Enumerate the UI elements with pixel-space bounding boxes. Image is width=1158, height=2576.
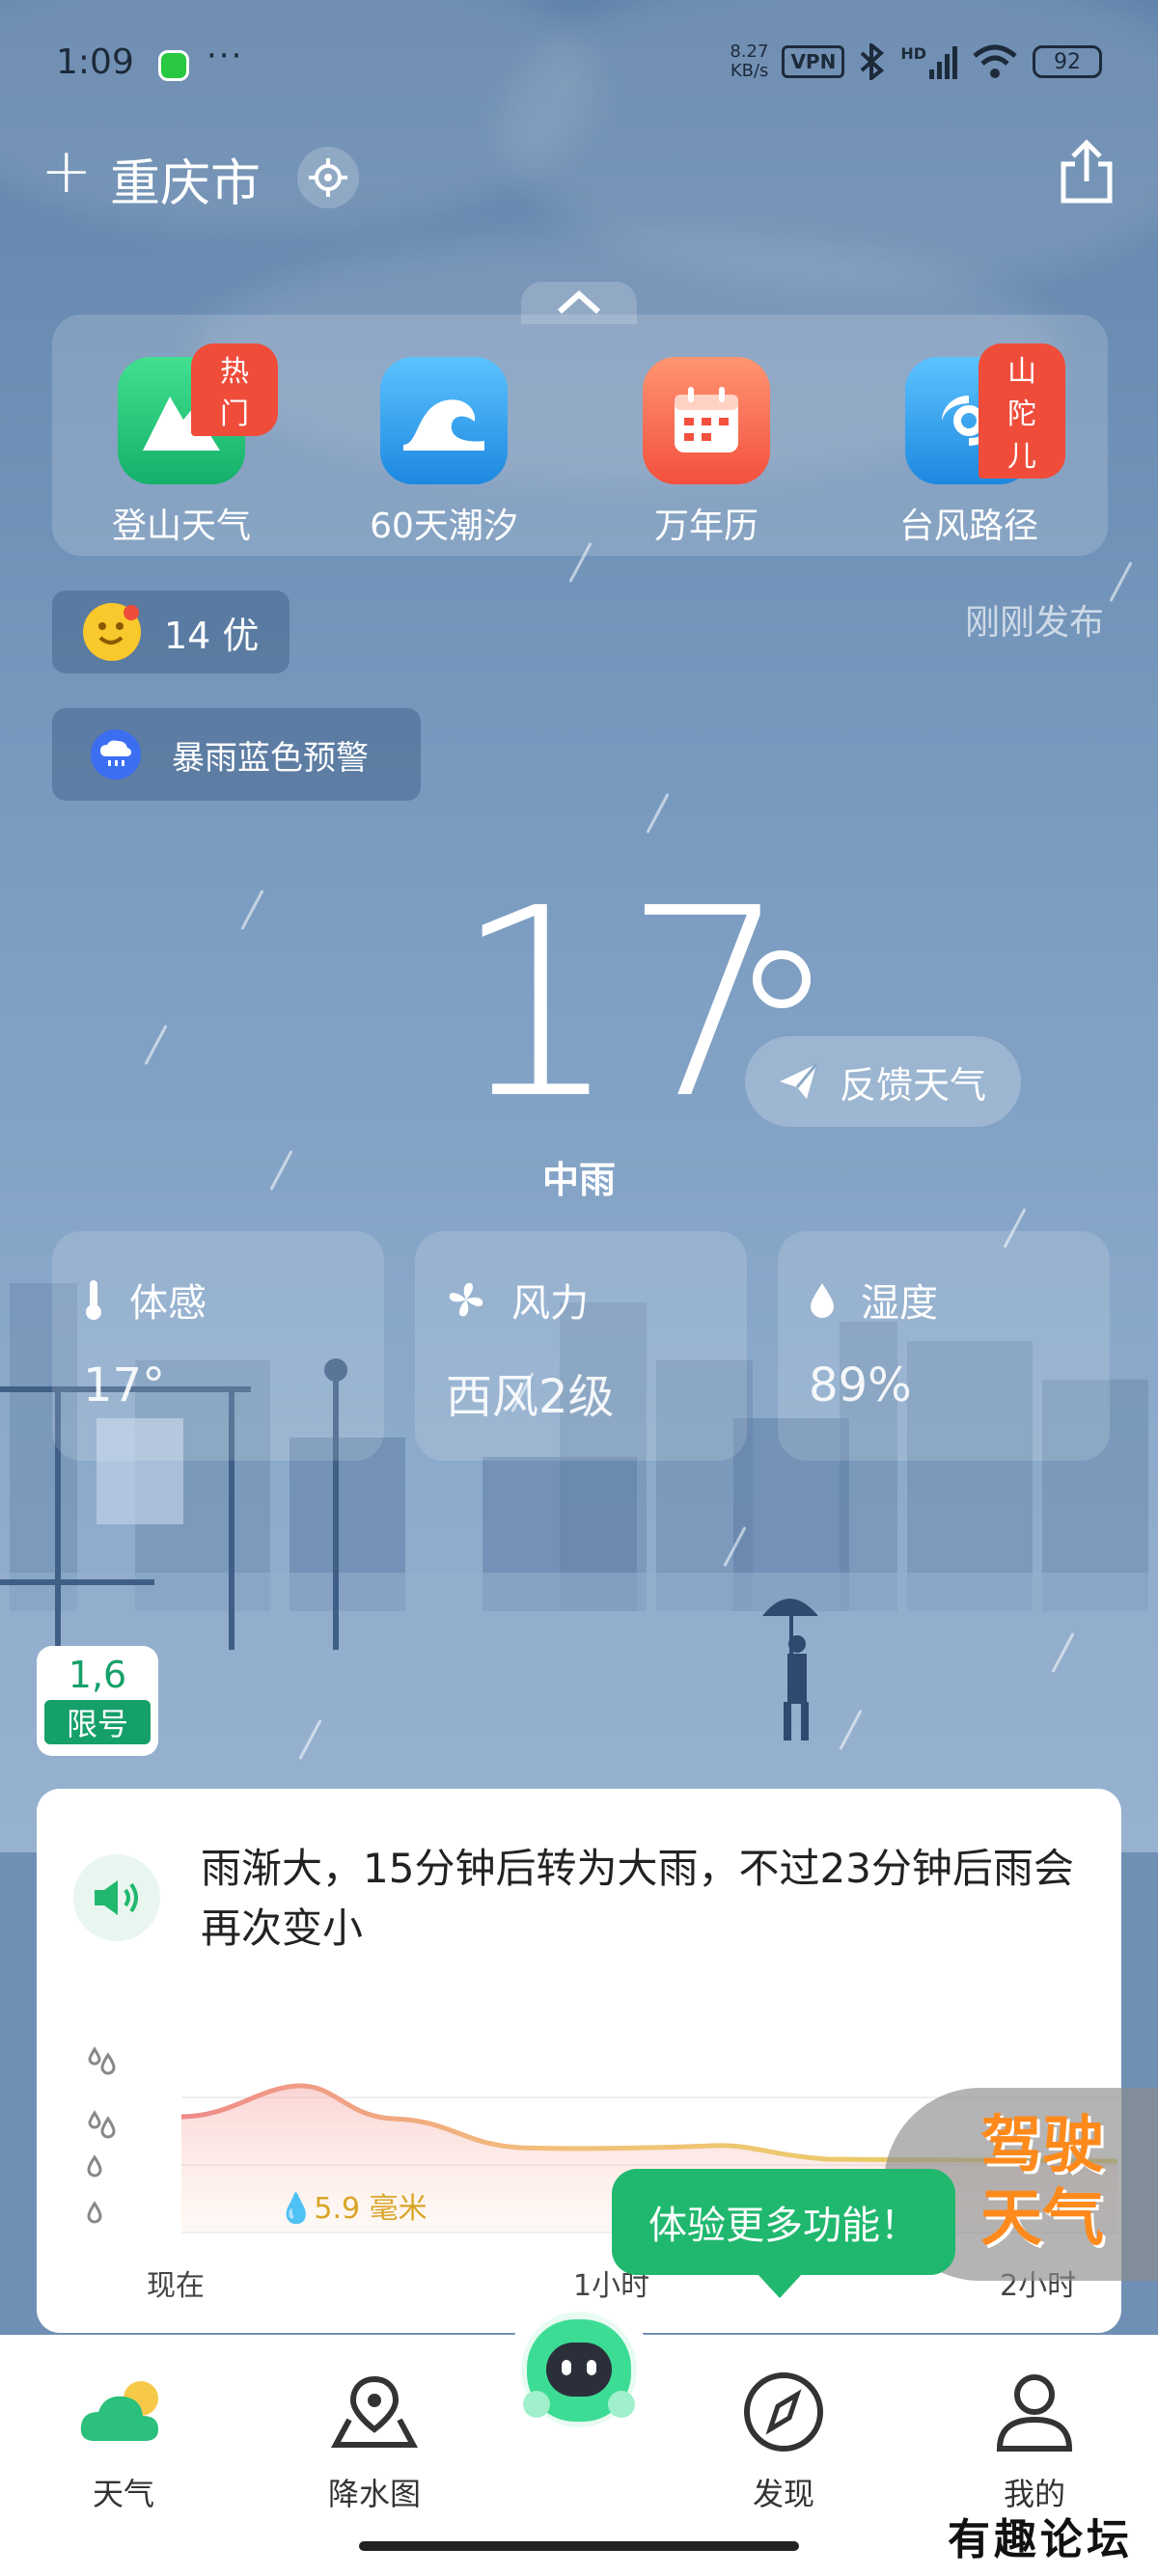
shortcut-tide[interactable]: 60天潮汐 bbox=[347, 357, 540, 548]
shortcut-calendar[interactable]: 万年历 bbox=[610, 357, 803, 548]
shortcut-panel: 登山天气 热门 60天潮汐 万年历 台风路径 山陀儿 bbox=[52, 315, 1108, 556]
share-icon[interactable] bbox=[1056, 139, 1117, 206]
signal-icon: HD bbox=[900, 44, 957, 79]
aqi-value: 14 优 bbox=[164, 614, 260, 657]
thermometer-icon bbox=[86, 1280, 101, 1320]
speaker-icon bbox=[95, 1880, 138, 1915]
traffic-restriction-badge[interactable]: 1,6 限号 bbox=[37, 1646, 158, 1756]
current-temperature: 17 bbox=[454, 852, 793, 1156]
wind-value: 西风2级 bbox=[446, 1370, 615, 1424]
more-notifications-icon: ··· bbox=[207, 37, 244, 75]
message-app-icon bbox=[158, 50, 189, 81]
nav-precipitation-map[interactable]: 降水图 bbox=[297, 2364, 452, 2514]
warning-text: 暴雨蓝色预警 bbox=[172, 738, 369, 778]
publish-time: 刚刚发布 bbox=[964, 603, 1104, 643]
calendar-icon bbox=[643, 357, 770, 484]
smiley-face-icon bbox=[83, 603, 141, 661]
wind-card[interactable]: 风力 西风2级 bbox=[415, 1231, 747, 1461]
status-time: 1:09 bbox=[56, 42, 134, 82]
driving-weather-logo: 驾驶天气 bbox=[980, 2110, 1104, 2255]
degree-symbol bbox=[753, 950, 811, 1008]
city-name[interactable]: 重庆市 bbox=[110, 143, 261, 215]
crosshair-icon bbox=[309, 158, 347, 197]
feels-like-card[interactable]: 体感 17° bbox=[52, 1231, 384, 1461]
feedback-weather-button[interactable]: 反馈天气 bbox=[745, 1036, 1021, 1127]
chevron-up-icon bbox=[557, 290, 601, 315]
more-features-tooltip[interactable]: 体验更多功能！ bbox=[612, 2169, 955, 2298]
feels-like-value: 17° bbox=[83, 1358, 166, 1412]
drop-icon bbox=[811, 1283, 834, 1318]
nav-profile[interactable]: 我的 bbox=[957, 2364, 1112, 2514]
network-speed: 8.27 KB/s bbox=[730, 41, 769, 81]
user-icon bbox=[996, 2374, 1073, 2452]
paper-plane-icon bbox=[780, 1063, 818, 1099]
assistant-robot-button[interactable] bbox=[504, 2298, 654, 2449]
wave-icon bbox=[380, 357, 508, 484]
air-quality-badge[interactable]: 14 优 bbox=[52, 590, 290, 673]
nav-discover[interactable]: 发现 bbox=[706, 2364, 861, 2514]
shortcut-typhoon-path[interactable]: 台风路径 山陀儿 bbox=[872, 343, 1065, 548]
battery-indicator: 92 bbox=[1033, 45, 1102, 78]
precipitation-amount: 💧5.9 毫米 bbox=[278, 2192, 427, 2226]
status-bar: 1:09 ··· 8.27 KB/s VPN HD 92 bbox=[56, 37, 1102, 91]
forum-watermark: 有趣论坛 bbox=[948, 2515, 1133, 2564]
add-city-button[interactable]: + bbox=[41, 141, 93, 203]
robot-icon bbox=[521, 2312, 637, 2427]
typhoon-name-tag: 山陀儿 bbox=[979, 343, 1065, 479]
wifi-icon bbox=[973, 44, 1017, 78]
drops-icon: 💧 bbox=[278, 2192, 315, 2226]
vpn-icon: VPN bbox=[782, 45, 845, 78]
header: + 重庆市 bbox=[41, 135, 1117, 222]
x-label-now: 现在 bbox=[147, 2269, 205, 2303]
weather-warning-badge[interactable]: 暴雨蓝色预警 bbox=[52, 708, 421, 801]
speaker-button[interactable] bbox=[73, 1854, 160, 1941]
fan-icon bbox=[449, 1282, 483, 1317]
shortcut-mountain-weather[interactable]: 登山天气 热门 bbox=[85, 343, 278, 548]
rainstorm-icon bbox=[91, 729, 141, 780]
hot-tag: 热门 bbox=[191, 343, 278, 436]
bluetooth-icon bbox=[860, 43, 885, 80]
weather-icon bbox=[80, 2381, 158, 2441]
map-pin-icon bbox=[330, 2375, 419, 2448]
humidity-card[interactable]: 湿度 89% bbox=[778, 1231, 1110, 1461]
precipitation-summary: 雨渐大，15分钟后转为大雨，不过23分钟后雨会再次变小 bbox=[201, 1845, 1074, 1952]
compass-icon bbox=[744, 2372, 823, 2452]
locate-button[interactable] bbox=[297, 147, 359, 208]
weather-condition: 中雨 bbox=[541, 1159, 616, 1201]
home-indicator[interactable] bbox=[359, 2541, 799, 2551]
intensity-drop-icons bbox=[87, 2046, 116, 2224]
humidity-value: 89% bbox=[809, 1358, 912, 1412]
nav-weather[interactable]: 天气 bbox=[46, 2364, 201, 2514]
